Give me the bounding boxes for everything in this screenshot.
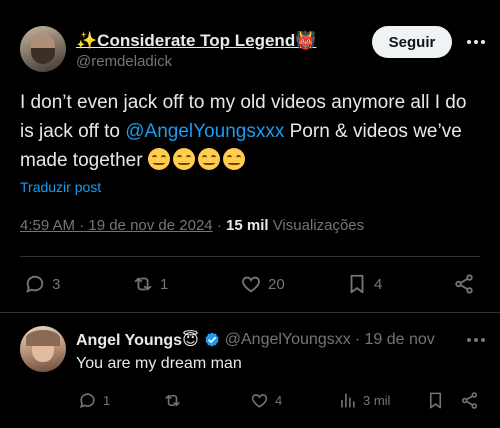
follow-button[interactable]: Seguir [372, 26, 452, 58]
divider [20, 256, 480, 257]
reply-reply-count: 1 [103, 393, 111, 408]
bookmark-count: 4 [374, 275, 383, 293]
reply-like-count: 4 [275, 393, 283, 408]
verified-badge-icon [205, 332, 219, 347]
more-options-icon[interactable] [467, 40, 485, 44]
translate-post-link[interactable]: Traduzir post [20, 179, 101, 195]
woozy-face-emoji [197, 148, 220, 170]
share-icon [461, 392, 478, 409]
post-text: I don’t even jack off to my old videos a… [20, 88, 480, 175]
reply-icon [26, 275, 44, 293]
author-handle[interactable]: @remdeladick [76, 53, 172, 70]
reply-author-handle[interactable]: @AngelYoungsxx [225, 331, 351, 349]
repost-icon [134, 277, 152, 291]
meta-separator: · [216, 217, 222, 234]
reply-count: 3 [52, 275, 61, 293]
post-meta: 4:59 AM · 19 de nov de 2024 · 15 mil Vis… [20, 217, 364, 234]
reply-date[interactable]: · 19 de nov [355, 331, 435, 349]
woozy-face-emoji [172, 148, 195, 170]
share-icon [455, 274, 473, 294]
share-button[interactable] [453, 273, 475, 295]
mention-link[interactable]: @AngelYoungsxxx [125, 121, 284, 142]
repost-count: 1 [160, 275, 169, 293]
heart-icon [251, 394, 268, 408]
reply-share-button[interactable] [460, 391, 479, 410]
views-label: Visualizações [272, 217, 365, 234]
reply-bookmark-button[interactable] [426, 391, 445, 410]
reply-more-options-icon[interactable] [467, 338, 485, 342]
bookmark-button[interactable]: 4 [346, 273, 382, 295]
post-timestamp[interactable]: 4:59 AM · 19 de nov de 2024 [20, 217, 213, 234]
author-name[interactable]: ✨Considerate Top Legend👹 [76, 31, 316, 51]
reply-button[interactable]: 3 [24, 273, 60, 295]
heart-icon [242, 276, 260, 293]
reply-reply-button[interactable]: 1 [78, 391, 110, 410]
author-avatar[interactable] [20, 26, 66, 72]
views-count: 15 mil [226, 217, 269, 234]
divider [0, 312, 500, 313]
bookmark-icon [350, 274, 364, 294]
reply-views-count: 3 mil [363, 393, 391, 408]
reply-repost-button[interactable] [163, 391, 182, 410]
reply-icon [79, 393, 95, 409]
woozy-face-emoji [222, 148, 245, 170]
reply-like-button[interactable]: 4 [250, 391, 282, 410]
repost-icon [165, 394, 180, 407]
like-button[interactable]: 20 [240, 273, 285, 295]
like-count: 20 [268, 275, 285, 293]
reply-header: Angel Youngs😇 @AngelYoungsxx · 19 de nov [76, 330, 435, 350]
reply-author-avatar[interactable] [20, 326, 66, 372]
woozy-face-emoji [147, 148, 170, 170]
bookmark-icon [429, 392, 442, 409]
reply-views-button[interactable]: 3 mil [338, 391, 390, 410]
reply-author-name[interactable]: Angel Youngs😇 [76, 330, 199, 350]
analytics-icon [341, 393, 355, 408]
repost-button[interactable]: 1 [132, 273, 168, 295]
reply-text: You are my dream man [76, 355, 242, 372]
